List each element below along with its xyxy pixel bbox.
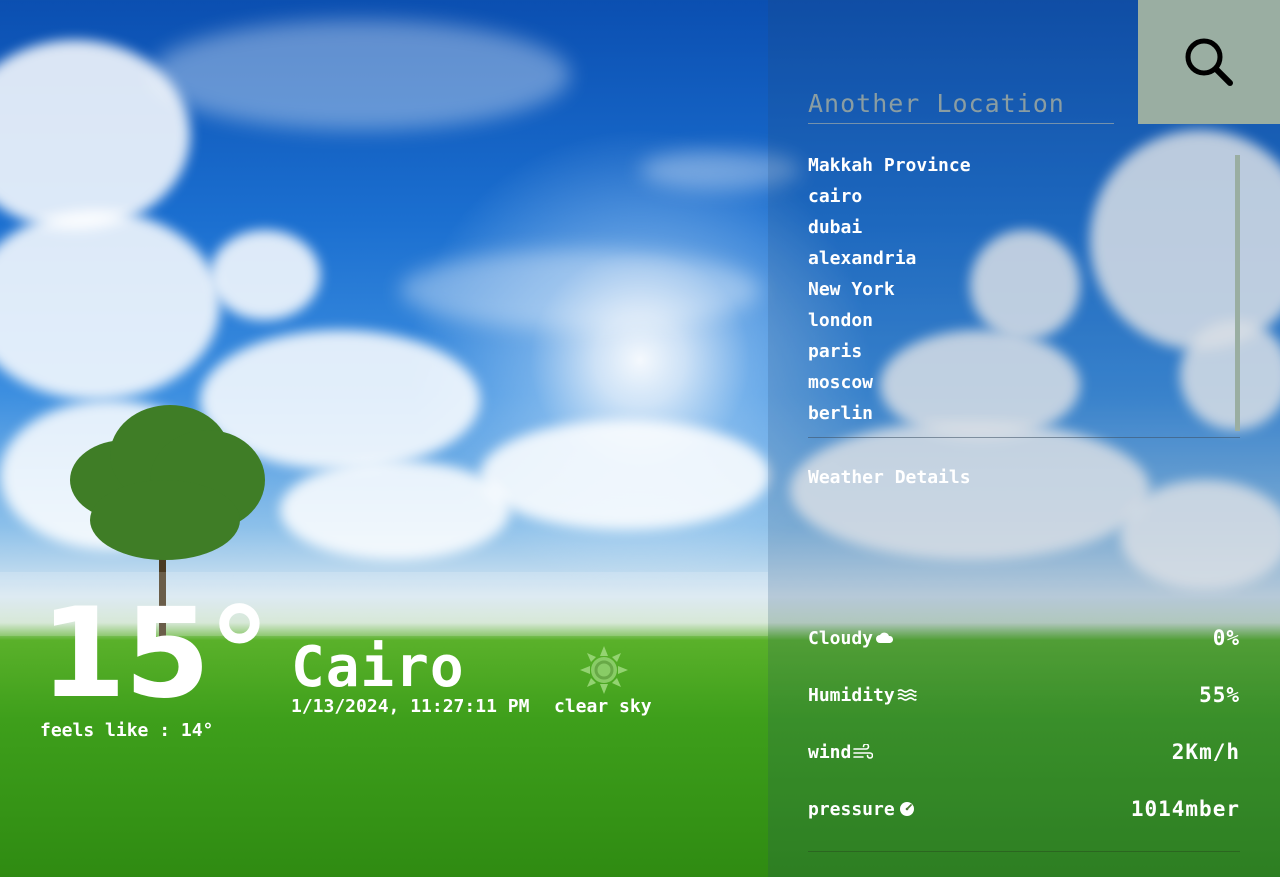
current-temperature: 15° [40,582,271,726]
feels-like: feels like : 14° [40,720,214,741]
detail-row-cloudy: Cloudy 0% [808,626,1240,650]
detail-label-wind: wind [808,741,852,763]
gauge-icon [899,802,914,816]
city-item-moscow[interactable]: moscow [808,367,1108,398]
city-item-alexandria[interactable]: alexandria [808,243,1108,274]
city-list-scrollbar[interactable] [1235,155,1240,431]
detail-value-cloudy: 0% [1212,626,1240,650]
detail-row-wind: wind 2Km/h [808,740,1240,764]
location-search-input[interactable] [808,84,1114,124]
divider [808,851,1240,852]
wind-icon [853,744,874,759]
city-item-cairo[interactable]: cairo [808,181,1108,212]
current-city-name: Cairo [291,635,465,700]
detail-label-cloudy: Cloudy [808,627,874,649]
cloud-icon [876,632,894,643]
city-item-berlin[interactable]: berlin [808,398,1108,429]
city-item-london[interactable]: london [808,305,1108,336]
detail-value-wind: 2Km/h [1171,740,1240,764]
detail-row-humidity: Humidity 55% [808,683,1240,707]
city-item-makkah[interactable]: Makkah Province [808,150,1108,181]
detail-value-pressure: 1014mber [1130,797,1240,821]
city-item-new-york[interactable]: New York [808,274,1108,305]
detail-value-humidity: 55% [1199,683,1240,707]
sun-icon [580,646,628,694]
detail-row-pressure: pressure 1014mber [808,797,1240,821]
city-item-dubai[interactable]: dubai [808,212,1108,243]
weather-details-title: Weather Details [808,467,971,488]
detail-label-humidity: Humidity [808,684,895,706]
divider [808,437,1240,438]
detail-label-pressure: pressure [808,798,895,820]
current-datetime: 1/13/2024, 11:27:11 PM [291,696,530,717]
weather-condition: clear sky [554,696,652,717]
water-icon [897,689,917,701]
city-list: Makkah Province cairo dubai alexandria N… [808,150,1108,429]
city-item-paris[interactable]: paris [808,336,1108,367]
search-button[interactable] [1138,0,1280,124]
search-icon [1185,38,1233,86]
